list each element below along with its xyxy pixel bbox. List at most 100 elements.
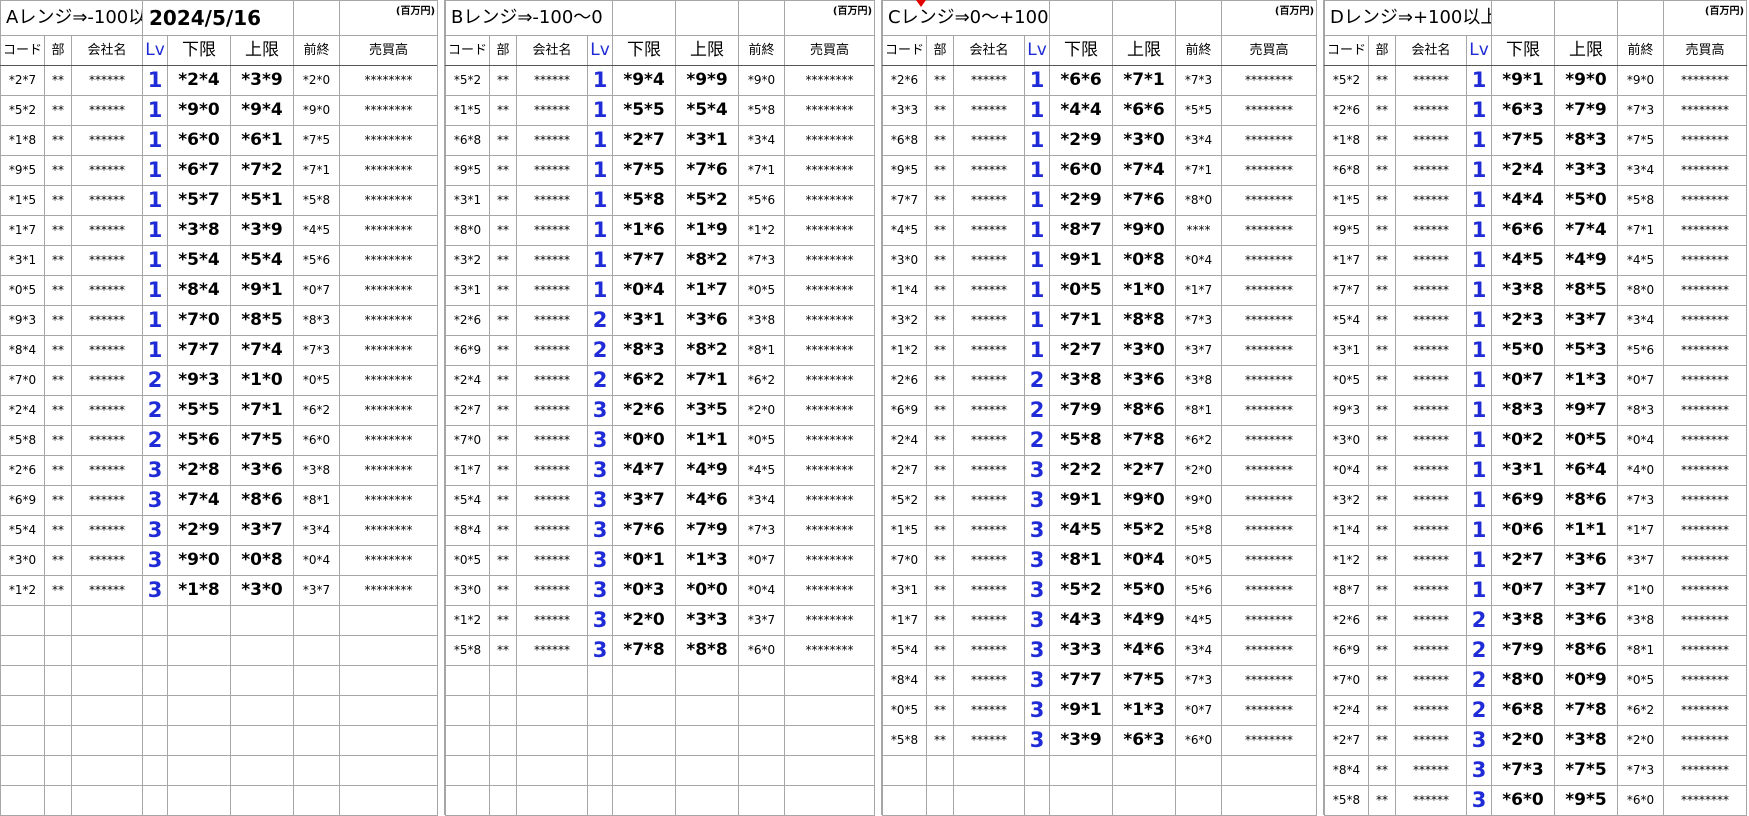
- cell-sales[interactable]: ********: [1663, 95, 1748, 126]
- cell-company[interactable]: [71, 725, 143, 756]
- cell-prev[interactable]: *3*8: [1175, 365, 1223, 396]
- cell-company[interactable]: ******: [1395, 665, 1467, 696]
- cell-code[interactable]: [0, 785, 45, 816]
- cell-upper[interactable]: *9*0: [1112, 485, 1177, 516]
- cell-code[interactable]: *9*3: [0, 305, 45, 336]
- cell-dept[interactable]: **: [926, 545, 954, 576]
- cell-upper[interactable]: *8*8: [675, 635, 740, 666]
- cell-upper[interactable]: *7*8: [1554, 695, 1619, 726]
- cell-lv[interactable]: 2: [142, 425, 168, 456]
- cell-lower[interactable]: *2*7: [612, 125, 677, 156]
- cell-code[interactable]: *2*6: [882, 365, 927, 396]
- cell-sales[interactable]: ********: [339, 275, 439, 306]
- cell-code[interactable]: *3*1: [1324, 335, 1369, 366]
- blank-cell[interactable]: [1491, 0, 1556, 36]
- cell-lower[interactable]: *6*0: [1491, 785, 1556, 816]
- cell-upper[interactable]: *3*5: [675, 395, 740, 426]
- cell-sales[interactable]: ********: [339, 365, 439, 396]
- cell-dept[interactable]: **: [926, 665, 954, 696]
- cell-code[interactable]: *2*7: [445, 395, 490, 426]
- cell-sales[interactable]: [1221, 755, 1318, 786]
- cell-sales[interactable]: ********: [784, 545, 876, 576]
- cell-code[interactable]: *1*4: [1324, 515, 1369, 546]
- cell-code[interactable]: *7*7: [1324, 275, 1369, 306]
- cell-lv[interactable]: 2: [586, 305, 614, 336]
- cell-lower[interactable]: [612, 665, 677, 696]
- cell-sales[interactable]: [339, 605, 439, 636]
- cell-sales[interactable]: ********: [784, 245, 876, 276]
- cell-upper[interactable]: [229, 755, 295, 786]
- cell-lv[interactable]: 1: [142, 305, 168, 336]
- blank-cell[interactable]: [1554, 0, 1619, 36]
- header-code[interactable]: コード: [882, 35, 927, 66]
- cell-prev[interactable]: *5*6: [1175, 575, 1223, 606]
- cell-sales[interactable]: ********: [1663, 65, 1748, 96]
- cell-lv[interactable]: [142, 785, 168, 816]
- cell-sales[interactable]: ********: [784, 125, 876, 156]
- cell-upper[interactable]: *3*0: [229, 575, 295, 606]
- cell-sales[interactable]: ********: [784, 65, 876, 96]
- cell-lv[interactable]: [586, 725, 614, 756]
- cell-lower[interactable]: *3*1: [1491, 455, 1556, 486]
- cell-upper[interactable]: *7*5: [1554, 755, 1619, 786]
- cell-company[interactable]: ******: [1395, 305, 1467, 336]
- cell-lower[interactable]: [1049, 785, 1114, 816]
- cell-prev[interactable]: *5*5: [1175, 95, 1223, 126]
- cell-lv[interactable]: 3: [142, 485, 168, 516]
- cell-lv[interactable]: 3: [586, 545, 614, 576]
- header-lower[interactable]: 下限: [612, 35, 677, 66]
- unit-label[interactable]: (百万円): [339, 0, 439, 36]
- cell-lv[interactable]: 3: [142, 575, 168, 606]
- header-upper[interactable]: 上限: [1112, 35, 1177, 66]
- cell-dept[interactable]: **: [926, 125, 954, 156]
- cell-company[interactable]: ******: [953, 635, 1025, 666]
- cell-upper[interactable]: *6*6: [1112, 95, 1177, 126]
- cell-sales[interactable]: ********: [784, 335, 876, 366]
- cell-company[interactable]: ******: [516, 515, 588, 546]
- cell-lv[interactable]: 1: [586, 245, 614, 276]
- cell-dept[interactable]: [489, 695, 517, 726]
- cell-upper[interactable]: *0*4: [1112, 545, 1177, 576]
- cell-lv[interactable]: [586, 665, 614, 696]
- cell-prev[interactable]: *7*3: [1175, 305, 1223, 336]
- cell-lv[interactable]: 1: [142, 95, 168, 126]
- cell-dept[interactable]: **: [44, 365, 72, 396]
- cell-prev[interactable]: *7*5: [1617, 125, 1665, 156]
- cell-code[interactable]: *6*9: [445, 335, 490, 366]
- cell-dept[interactable]: **: [489, 455, 517, 486]
- cell-dept[interactable]: **: [44, 125, 72, 156]
- cell-sales[interactable]: ********: [784, 575, 876, 606]
- cell-company[interactable]: ******: [953, 605, 1025, 636]
- cell-company[interactable]: ******: [71, 305, 143, 336]
- cell-upper[interactable]: *3*0: [1112, 335, 1177, 366]
- cell-lv[interactable]: 1: [1465, 365, 1493, 396]
- cell-upper[interactable]: *3*7: [1554, 575, 1619, 606]
- cell-lv[interactable]: 1: [1465, 455, 1493, 486]
- cell-company[interactable]: ******: [516, 125, 588, 156]
- cell-sales[interactable]: ********: [339, 485, 439, 516]
- cell-upper[interactable]: *9*0: [1112, 215, 1177, 246]
- header-upper[interactable]: 上限: [675, 35, 740, 66]
- cell-lower[interactable]: [167, 635, 231, 666]
- cell-sales[interactable]: ********: [1663, 785, 1748, 816]
- cell-sales[interactable]: ********: [1221, 635, 1318, 666]
- cell-sales[interactable]: [784, 785, 876, 816]
- cell-code[interactable]: *2*4: [1324, 695, 1369, 726]
- cell-lower[interactable]: *6*0: [167, 125, 231, 156]
- cell-prev[interactable]: [293, 725, 341, 756]
- cell-dept[interactable]: **: [44, 485, 72, 516]
- cell-prev[interactable]: *5*8: [1175, 515, 1223, 546]
- cell-lower[interactable]: [612, 725, 677, 756]
- cell-sales[interactable]: ********: [339, 305, 439, 336]
- cell-dept[interactable]: [926, 785, 954, 816]
- cell-sales[interactable]: ********: [339, 425, 439, 456]
- cell-upper[interactable]: *3*6: [1554, 605, 1619, 636]
- cell-code[interactable]: *5*4: [1324, 305, 1369, 336]
- cell-upper[interactable]: *8*3: [1554, 125, 1619, 156]
- cell-lv[interactable]: 3: [586, 635, 614, 666]
- cell-code[interactable]: *5*2: [882, 485, 927, 516]
- cell-lv[interactable]: 1: [1465, 305, 1493, 336]
- cell-prev[interactable]: *7*3: [738, 515, 786, 546]
- cell-company[interactable]: ******: [1395, 725, 1467, 756]
- cell-lv[interactable]: 1: [1023, 245, 1051, 276]
